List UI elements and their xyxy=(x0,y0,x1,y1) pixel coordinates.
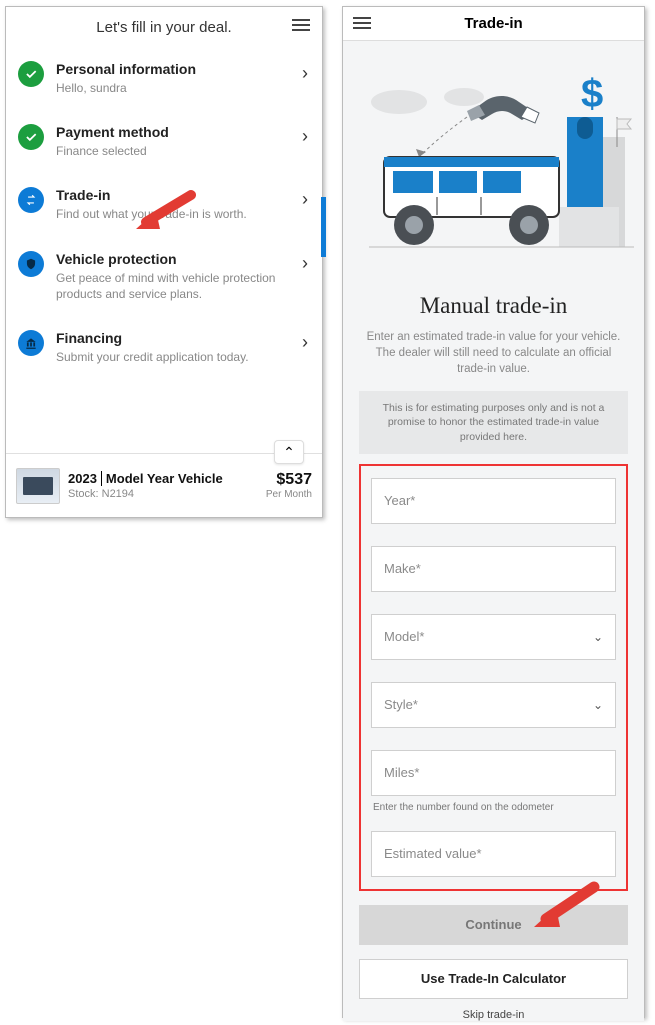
right-header: Trade-in xyxy=(343,7,644,41)
swap-icon xyxy=(18,187,44,213)
left-title: Let's fill in your deal. xyxy=(96,19,231,36)
trade-in-title: Manual trade-in xyxy=(359,293,628,319)
placeholder: Miles* xyxy=(384,765,419,780)
step-vehicle-protection[interactable]: Vehicle protection Get peace of mind with… xyxy=(6,237,322,316)
price-value: $537 xyxy=(266,471,312,489)
make-field[interactable]: Make* xyxy=(371,546,616,592)
trade-in-illustration: $ xyxy=(343,41,644,273)
chevron-right-icon: › xyxy=(302,126,308,147)
check-icon xyxy=(18,124,44,150)
miles-help-text: Enter the number found on the odometer xyxy=(373,802,616,813)
chevron-right-icon: › xyxy=(302,189,308,210)
miles-field[interactable]: Miles* xyxy=(371,750,616,796)
chevron-down-icon: ⌄ xyxy=(593,698,603,712)
placeholder: Style* xyxy=(384,697,418,712)
placeholder: Estimated value* xyxy=(384,846,482,861)
step-title: Trade-in xyxy=(56,187,247,203)
step-trade-in[interactable]: Trade-in Find out what your trade-in is w… xyxy=(6,173,322,236)
vehicle-stock: Stock: N2194 xyxy=(68,488,223,500)
step-sub: Hello, sundra xyxy=(56,80,196,96)
use-calculator-button[interactable]: Use Trade-In Calculator xyxy=(359,959,628,999)
style-field[interactable]: Style* ⌄ xyxy=(371,682,616,728)
continue-button[interactable]: Continue xyxy=(359,905,628,945)
bank-icon xyxy=(18,330,44,356)
trade-in-panel: Trade-in $ xyxy=(342,6,645,1018)
step-title: Financing xyxy=(56,330,249,346)
trade-in-subtitle: Enter an estimated trade-in value for yo… xyxy=(359,329,628,377)
right-header-title: Trade-in xyxy=(464,15,522,32)
step-title: Personal information xyxy=(56,61,196,77)
menu-icon[interactable] xyxy=(292,19,310,31)
year-field[interactable]: Year* xyxy=(371,478,616,524)
menu-icon[interactable] xyxy=(353,17,371,29)
shield-icon xyxy=(18,251,44,277)
expand-button[interactable]: ⌃ xyxy=(274,440,304,464)
model-field[interactable]: Model* ⌄ xyxy=(371,614,616,660)
step-payment-method[interactable]: Payment method Finance selected › xyxy=(6,110,322,173)
disclaimer-note: This is for estimating purposes only and… xyxy=(359,391,628,454)
form-highlight: Year* Make* Model* ⌄ Style* ⌄ Miles* Enter… xyxy=(359,464,628,891)
chevron-right-icon: › xyxy=(302,253,308,274)
step-sub: Find out what your trade-in is worth. xyxy=(56,206,247,222)
scroll-indicator xyxy=(321,197,326,257)
step-financing[interactable]: Financing Submit your credit application … xyxy=(6,316,322,379)
vehicle-thumbnail xyxy=(16,468,60,504)
placeholder: Year* xyxy=(384,493,415,508)
price-period: Per Month xyxy=(266,489,312,500)
left-header: Let's fill in your deal. xyxy=(6,7,322,47)
step-title: Vehicle protection xyxy=(56,251,308,267)
step-sub: Submit your credit application today. xyxy=(56,349,249,365)
skip-trade-in-link[interactable]: Skip trade-in xyxy=(359,1009,628,1021)
deal-steps-panel: Let's fill in your deal. Personal inform… xyxy=(5,6,323,518)
placeholder: Make* xyxy=(384,561,421,576)
vehicle-summary-bar[interactable]: ⌃ 2023Model Year Vehicle Stock: N2194 $5… xyxy=(6,453,322,517)
estimated-value-field[interactable]: Estimated value* xyxy=(371,831,616,877)
placeholder: Model* xyxy=(384,629,424,644)
step-sub: Get peace of mind with vehicle protectio… xyxy=(56,270,308,302)
svg-text:$: $ xyxy=(581,72,603,116)
chevron-down-icon: ⌄ xyxy=(593,630,603,644)
check-icon xyxy=(18,61,44,87)
vehicle-name: 2023Model Year Vehicle xyxy=(68,471,223,486)
step-title: Payment method xyxy=(56,124,169,140)
step-personal-info[interactable]: Personal information Hello, sundra › xyxy=(6,47,322,110)
chevron-right-icon: › xyxy=(302,63,308,84)
step-sub: Finance selected xyxy=(56,143,169,159)
chevron-right-icon: › xyxy=(302,332,308,353)
